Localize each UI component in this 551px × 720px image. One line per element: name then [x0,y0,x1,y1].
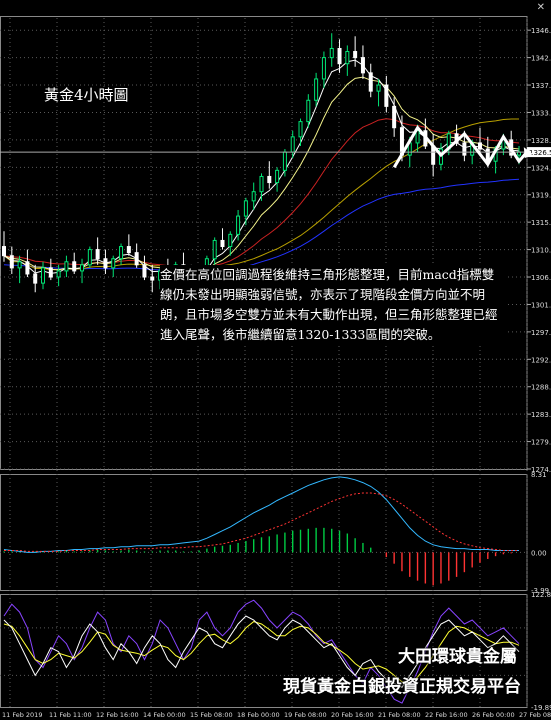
candle-body [306,99,311,123]
y-tick-label: 1297.0 [531,329,551,337]
x-tick-label: 15 Feb 08:00 [190,711,233,719]
y-tick-label: 1333.0 [531,109,551,117]
current-price-label: 1326.5 [529,149,551,157]
x-tick-label: 22 Feb 16:00 [425,711,468,719]
watermark-tagline: 現貨黃金白銀投資正規交易平台 [283,677,521,697]
candle-body [243,200,248,217]
candle-body [142,264,147,278]
candle-body [17,261,22,269]
stoch-tick-label: 122.83 [531,591,551,599]
candle-body [267,175,272,184]
candle-body [41,267,46,284]
candle-body [462,142,467,156]
x-tick-label: 18 Feb 00:00 [237,711,280,719]
x-tick-label: 20 Feb 16:00 [331,711,374,719]
candle-body [48,267,53,278]
macd-tick-label: 0.00 [531,549,547,557]
candle-body [392,105,397,129]
x-tick-label: 19 Feb 08:00 [284,711,327,719]
candle-body [150,276,155,281]
candle-body [103,258,108,269]
y-tick-label: 1315.0 [531,219,551,227]
candle-body [80,264,85,272]
candle-body [25,261,30,275]
candle-body [220,239,225,248]
watermark-brand: 大田環球貴金屬 [398,647,517,667]
candle-body [384,84,389,107]
candle-body [329,47,334,59]
candle-body [360,57,365,74]
pane-border [0,474,528,591]
candle-body [368,72,373,92]
candle-body [95,249,100,260]
candle-body [485,148,490,162]
candle-body [282,151,287,171]
candle-body [119,246,124,260]
macd-tick-label: 8.31 [531,471,547,479]
x-tick-label: 21 Feb 08:00 [378,711,421,719]
candle-body [236,215,241,235]
candle-body [415,130,420,144]
x-tick-label: 11 Feb 2019 [2,711,42,719]
y-tick-label: 1342.0 [531,55,551,63]
candle-body [259,175,264,193]
candle-body [33,273,38,284]
y-tick-label: 1319.5 [531,192,551,200]
close-icon[interactable]: ✕ [537,2,545,13]
y-tick-label: 1283.5 [531,411,551,419]
y-tick-label: 1279.0 [531,439,551,447]
y-tick-label: 1292.5 [531,356,551,364]
candle-body [72,261,77,272]
candle-body [275,169,280,184]
candle-body [345,51,350,65]
x-tick-label: 12 Feb 16:00 [96,711,139,719]
y-tick-label: 1337.5 [531,82,551,90]
chart-title: 黃金4小時圖 [44,86,129,104]
y-tick-label: 1324.0 [531,164,551,172]
x-tick-label: 11 Feb 11:00 [49,711,92,719]
candle-body [212,239,217,260]
candle-body [9,255,14,269]
candle-body [376,84,381,92]
y-tick-label: 1306.0 [531,274,551,282]
y-tick-label: 1328.5 [531,137,551,145]
commentary-text: 金價在高位回調過程後維持三角形態整理，目前macd指標雙線仍未發出明顯強弱信號，… [160,265,505,345]
candle-body [353,51,358,59]
chart-canvas: 1346.5 1342.0 1337.5 1333.0 1328.5 1324.0 1319… [0,16,551,719]
candle-body [126,246,131,254]
x-tick-label: 26 Feb 00:00 [472,711,515,719]
y-tick-label: 1346.5 [531,27,551,35]
candle-body [56,270,61,278]
candle-body [290,136,295,153]
y-tick-label: 1301.5 [531,301,551,309]
candle-body [111,258,116,269]
candle-body [251,191,256,202]
x-tick-label: 14 Feb 00:00 [143,711,186,719]
candle-body [298,121,303,138]
candle-body [2,246,6,257]
candle-body [87,249,92,266]
candle-body [477,142,482,150]
candle-body [64,261,69,272]
candle-body [228,233,233,248]
x-tick-label: 27 Feb 08:00 [519,711,551,719]
candle-body [321,57,326,80]
candle-body [314,78,319,101]
candle-body [337,47,342,65]
candle-body [134,252,139,266]
y-tick-label: 1310.5 [531,247,551,255]
y-tick-label: 1288.0 [531,384,551,392]
